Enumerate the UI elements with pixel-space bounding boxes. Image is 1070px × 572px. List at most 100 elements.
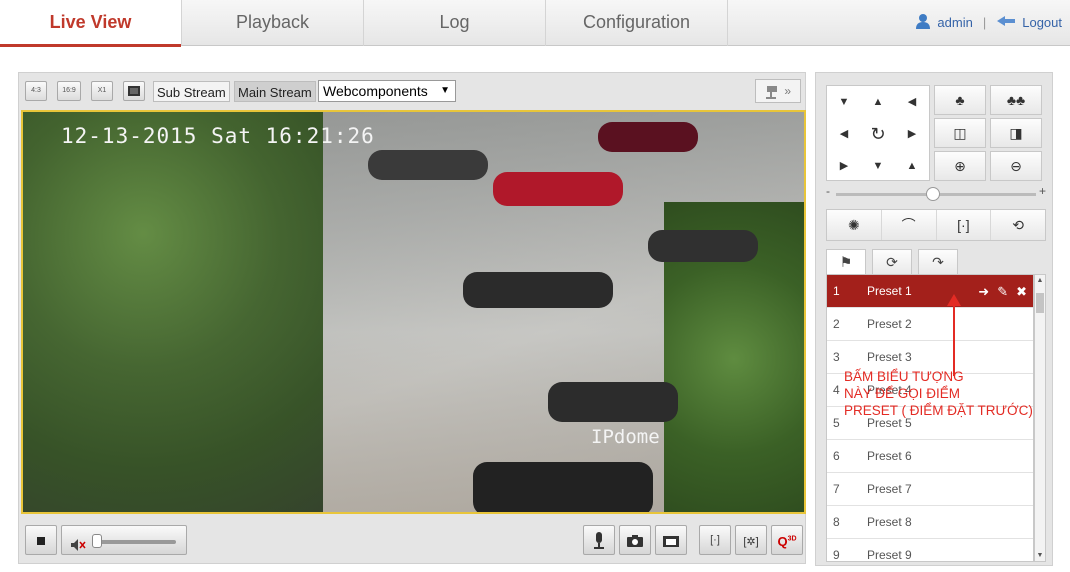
preset-row[interactable]: 2 Preset 2 (827, 308, 1033, 341)
preset-name: Preset 9 (867, 548, 912, 562)
light-icon: ✺ (848, 217, 860, 233)
wiper-button[interactable]: ⌒ (882, 210, 937, 240)
pan-down-left-button[interactable]: ▶ (827, 150, 861, 182)
zoom-in-button[interactable]: ♣ (934, 85, 986, 115)
tab-preset[interactable]: ⚑ (826, 249, 866, 275)
ratio-x1-button[interactable]: X1 (91, 81, 113, 101)
microphone-button[interactable] (583, 525, 615, 555)
scroll-up-icon[interactable]: ▲ (1036, 277, 1044, 284)
arrow-up-right-icon: ▶ (839, 160, 849, 172)
3d-positioning-button[interactable]: Q3D (771, 525, 803, 555)
ptz-speed-slider[interactable]: - + (826, 184, 1046, 201)
pan-up-right-button[interactable]: ◀ (895, 86, 929, 118)
flag-icon: ⚑ (839, 254, 853, 270)
annotation-line-2: NÀY ĐỂ GỌI ĐIỂM (844, 386, 961, 401)
plugin-select[interactable]: Webcomponents ▼ (318, 80, 456, 102)
regional-focus-button[interactable]: [✲] (735, 525, 767, 555)
video-feed[interactable]: 12-13-2015 Sat 16:21:26 IPdome (21, 110, 806, 514)
arrow-down-right-icon: ▼ (838, 96, 850, 108)
username: admin (937, 15, 973, 30)
window-icon (128, 86, 140, 96)
logout-link[interactable]: Logout (1022, 15, 1062, 30)
ratio-4-3-button[interactable]: 4:3 (25, 81, 47, 101)
digital-zoom-button[interactable]: [·] (699, 525, 731, 555)
pan-up-left-button[interactable]: ▼ (827, 86, 861, 118)
iris-close-icon: ⊖ (1010, 158, 1022, 174)
preset-name: Preset 1 (867, 284, 912, 298)
trees-icon: ♣♣ (1006, 92, 1026, 108)
preset-row[interactable]: 9 Preset 9 (827, 539, 1033, 562)
main-stream-button[interactable]: Main Stream (234, 81, 316, 102)
sub-stream-button[interactable]: Sub Stream (153, 81, 230, 102)
preset-number: 6 (833, 449, 840, 463)
preset-row[interactable]: 6 Preset 6 (827, 440, 1033, 473)
one-touch-focus-button[interactable]: [·] (937, 210, 992, 240)
arrow-up-left-icon: ▲ (906, 160, 918, 172)
minus-icon: - (826, 184, 830, 198)
volume-slider-handle[interactable] (92, 534, 102, 548)
preset-number: 2 (833, 317, 840, 331)
call-preset-icon[interactable]: ➜ (978, 284, 989, 299)
lens-init-icon: ⟲ (1012, 217, 1024, 233)
motorbike (463, 272, 613, 308)
iris-close-button[interactable]: ⊖ (990, 151, 1042, 181)
motorbike (648, 230, 758, 262)
light-button[interactable]: ✺ (827, 210, 882, 240)
logout-icon[interactable] (996, 14, 1016, 31)
volume-control[interactable] (61, 525, 187, 555)
annotation-text: BẤM BIỂU TƯỢNG NÀY ĐỂ GỌI ĐIỂM PRESET ( … (844, 368, 1054, 419)
pan-right-button[interactable]: ▶ (895, 118, 929, 150)
focus-near-button[interactable]: ◫ (934, 118, 986, 148)
stop-button[interactable] (25, 525, 57, 555)
video-controls: [·] [✲] Q3D (19, 519, 807, 565)
lens-init-button[interactable]: ⟲ (991, 210, 1045, 240)
pan-left-button[interactable]: ◀ (827, 118, 861, 150)
preset-number: 5 (833, 416, 840, 430)
preset-row[interactable]: 1 Preset 1 ➜ ✎ ✖ (827, 275, 1033, 308)
set-preset-icon[interactable]: ✎ (997, 284, 1008, 299)
pan-down-right-button[interactable]: ▲ (895, 150, 929, 182)
3d-zoom-icon: Q3D (777, 534, 797, 550)
preset-row[interactable]: 7 Preset 7 (827, 473, 1033, 506)
focus-near-icon: ◫ (953, 125, 967, 141)
preset-name: Preset 7 (867, 482, 912, 496)
focus-far-button[interactable]: ◨ (990, 118, 1042, 148)
fullscreen-window-button[interactable] (123, 81, 145, 101)
volume-slider-track[interactable] (96, 540, 176, 544)
scroll-down-icon[interactable]: ▼ (1036, 552, 1044, 559)
top-nav: Live View Playback Log Configuration adm… (0, 0, 1070, 47)
scroll-thumb[interactable] (1036, 293, 1044, 313)
iris-open-button[interactable]: ⊕ (934, 151, 986, 181)
tree-icon: ♣ (955, 92, 965, 108)
plus-icon: + (1038, 184, 1046, 198)
speed-handle[interactable] (926, 187, 940, 201)
tab-pattern[interactable]: ↷ (918, 249, 958, 275)
dropdown-arrow-icon: ▼ (440, 85, 450, 96)
ptz-panel-toggle[interactable]: » (755, 79, 801, 103)
motorbike (368, 150, 488, 180)
stop-icon (37, 537, 45, 545)
mute-icon (70, 533, 86, 561)
preset-number: 3 (833, 350, 840, 364)
pan-up-button[interactable]: ▲ (861, 86, 895, 118)
tab-playback[interactable]: Playback (182, 0, 364, 46)
tab-live-view[interactable]: Live View (0, 0, 182, 47)
tab-log[interactable]: Log (364, 0, 546, 46)
record-button[interactable] (655, 525, 687, 555)
snapshot-button[interactable] (619, 525, 651, 555)
auto-pan-button[interactable]: ↻ (861, 118, 895, 150)
ptz-panel: ▼ ▲ ◀ ◀ ↻ ▶ ▶ ▼ ▲ ♣ ♣♣ ◫ ◨ ⊕ ⊖ - + ✺ ⌒ [… (815, 72, 1053, 566)
tab-patrol[interactable]: ⟳ (872, 249, 912, 275)
arrow-down-icon: ▼ (872, 160, 884, 172)
ptz-camera-icon (765, 84, 784, 99)
pan-down-button[interactable]: ▼ (861, 150, 895, 182)
motorbike (548, 382, 678, 422)
preset-row[interactable]: 8 Preset 8 (827, 506, 1033, 539)
delete-preset-icon[interactable]: ✖ (1016, 284, 1027, 299)
tab-configuration[interactable]: Configuration (546, 0, 728, 46)
ratio-16-9-button[interactable]: 16:9 (57, 81, 81, 101)
zoom-out-button[interactable]: ♣♣ (990, 85, 1042, 115)
arrow-left-icon: ◀ (839, 128, 849, 140)
preset-actions: ➜ ✎ ✖ (970, 275, 1027, 308)
focus-far-icon: ◨ (1009, 125, 1023, 141)
